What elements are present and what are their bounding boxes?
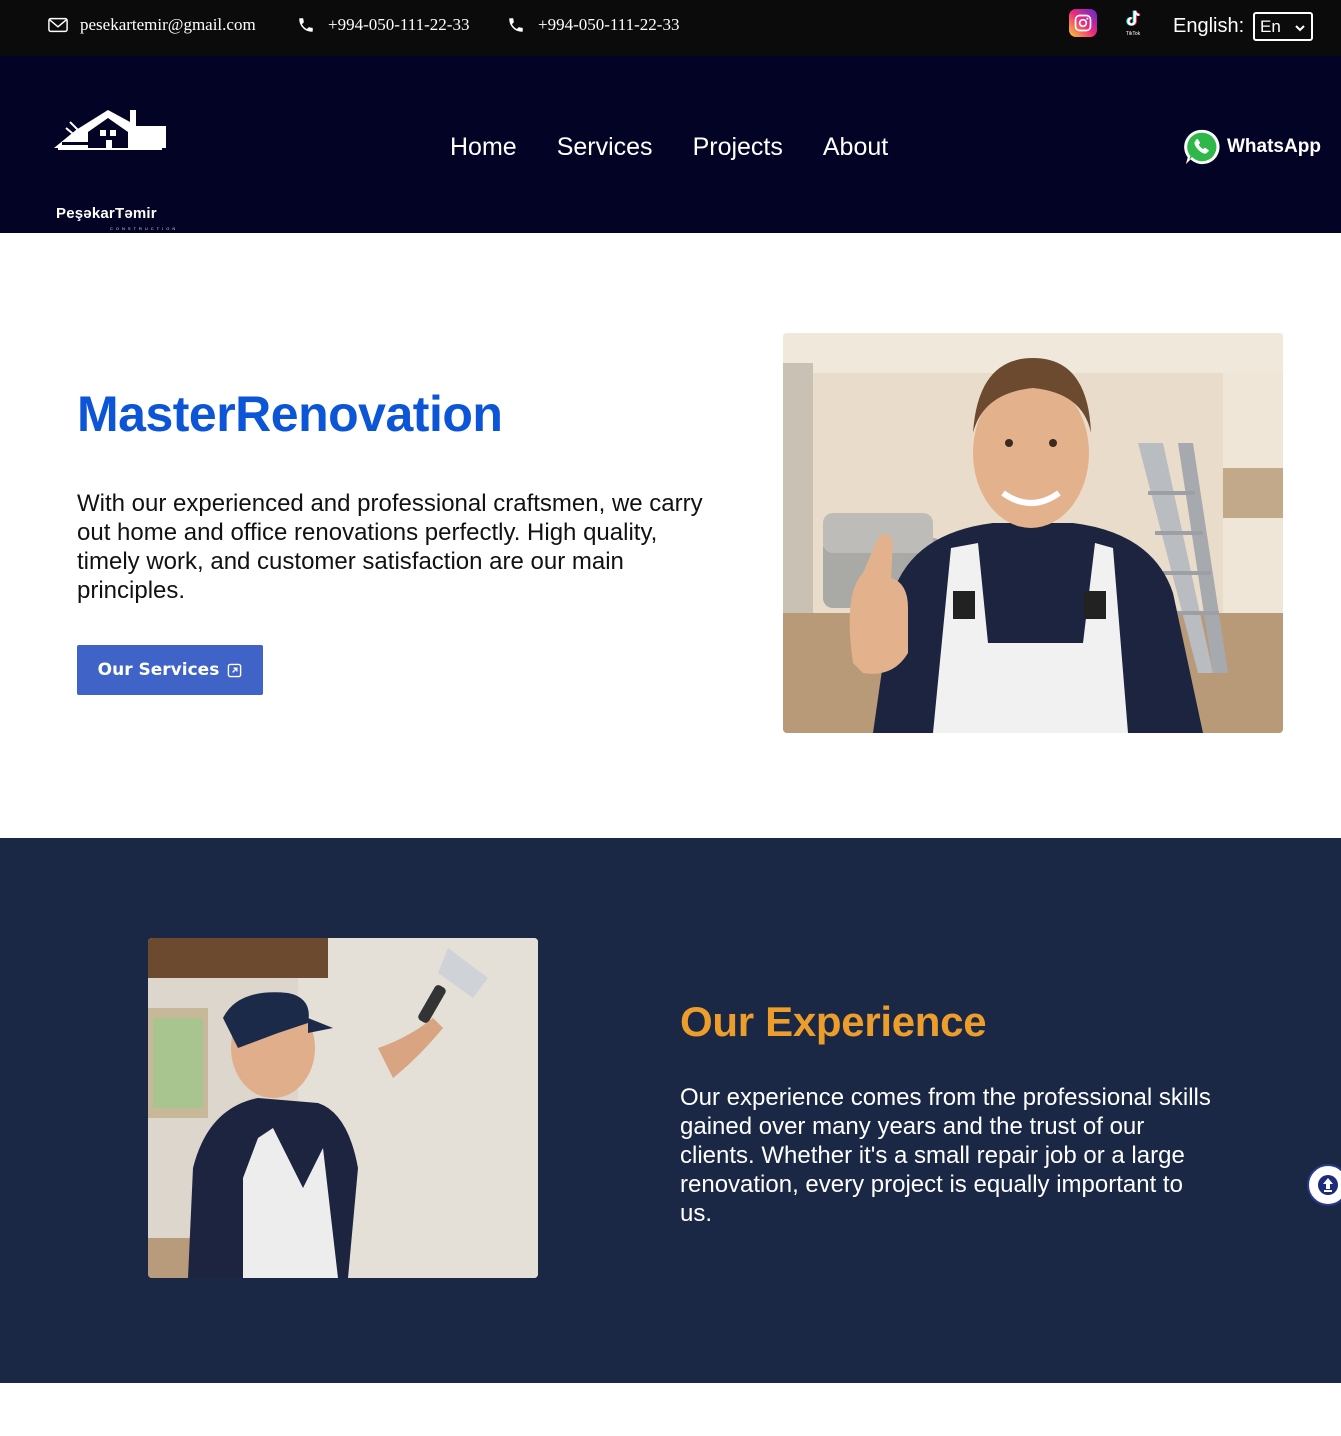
site-logo[interactable]: PeşəkarTəmir CONSTRUCTION [48, 108, 175, 231]
nav-link-home[interactable]: Home [450, 133, 517, 162]
email-text[interactable]: pesekartemir@gmail.com [80, 15, 256, 35]
external-link-icon [228, 663, 242, 677]
whatsapp-button[interactable]: WhatsApp [1183, 128, 1321, 166]
hero-description: With our experienced and professional cr… [77, 490, 703, 604]
contact-phone-2[interactable]: +994-050-111-22-33 [506, 15, 679, 35]
hero-title: MasterRenovation [77, 386, 503, 442]
our-services-label: Our Services [97, 660, 220, 680]
nav-link-services[interactable]: Services [557, 133, 653, 162]
experience-title: Our Experience [680, 998, 987, 1045]
whatsapp-icon [1184, 129, 1220, 165]
top-contact-bar: pesekartemir@gmail.com +994-050-111-22-3… [0, 0, 1341, 56]
tiktok-wordmark: TikTok [1125, 31, 1141, 37]
logo-subtitle: CONSTRUCTION [110, 226, 179, 231]
nav-link-about[interactable]: About [823, 133, 888, 162]
phone-text-2[interactable]: +994-050-111-22-33 [538, 15, 679, 35]
main-navigation: PeşəkarTəmir CONSTRUCTION Home Services … [0, 56, 1341, 233]
tiktok-icon[interactable]: TikTok [1119, 8, 1147, 38]
house-logo-icon [54, 110, 166, 150]
mail-icon [48, 15, 68, 35]
experience-section: Our Experience Our experience comes from… [0, 838, 1341, 1383]
our-services-button[interactable]: Our Services [77, 645, 263, 695]
scroll-to-top-button[interactable] [1307, 1164, 1341, 1206]
experience-description: Our experience comes from the profession… [680, 1084, 1211, 1227]
phone-icon [296, 15, 316, 35]
hero-section: MasterRenovation With our experienced an… [0, 233, 1341, 838]
logo-name: PeşəkarTəmir [56, 205, 157, 222]
hero-worker-image [783, 333, 1283, 733]
chevron-down-icon [1295, 17, 1305, 37]
nav-links: Home Services Projects About [450, 133, 928, 162]
experience-worker-image [148, 938, 538, 1278]
arrow-up-icon [1318, 1175, 1338, 1195]
phone-text-1[interactable]: +994-050-111-22-33 [328, 15, 469, 35]
phone-icon [506, 15, 526, 35]
language-label: English: [1173, 15, 1245, 37]
contact-phone-1[interactable]: +994-050-111-22-33 [296, 15, 469, 35]
nav-link-projects[interactable]: Projects [693, 133, 783, 162]
instagram-icon[interactable] [1069, 9, 1097, 37]
whatsapp-label: WhatsApp [1227, 136, 1321, 157]
contact-email[interactable]: pesekartemir@gmail.com [48, 15, 256, 35]
language-selected-value: En [1260, 16, 1281, 36]
language-select[interactable]: En [1253, 12, 1313, 41]
